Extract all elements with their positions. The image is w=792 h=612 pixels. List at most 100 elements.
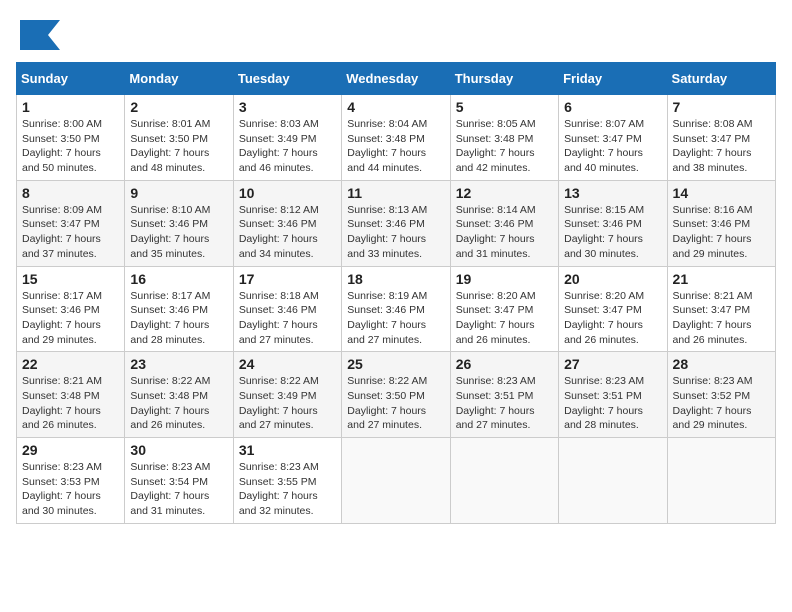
day-number: 9	[130, 185, 227, 201]
day-info: Sunrise: 8:09 AMSunset: 3:47 PMDaylight:…	[22, 203, 119, 262]
calendar-cell	[559, 438, 667, 524]
day-info: Sunrise: 8:13 AMSunset: 3:46 PMDaylight:…	[347, 203, 444, 262]
day-number: 13	[564, 185, 661, 201]
calendar-header: SundayMondayTuesdayWednesdayThursdayFrid…	[17, 63, 776, 95]
day-info: Sunrise: 8:23 AMSunset: 3:54 PMDaylight:…	[130, 460, 227, 519]
day-info: Sunrise: 8:20 AMSunset: 3:47 PMDaylight:…	[564, 289, 661, 348]
day-number: 1	[22, 99, 119, 115]
calendar-header-cell-sunday: Sunday	[17, 63, 125, 95]
calendar-cell: 8 Sunrise: 8:09 AMSunset: 3:47 PMDaylight…	[17, 180, 125, 266]
calendar-cell: 5 Sunrise: 8:05 AMSunset: 3:48 PMDaylight…	[450, 95, 558, 181]
calendar-table: SundayMondayTuesdayWednesdayThursdayFrid…	[16, 62, 776, 524]
calendar-cell: 1 Sunrise: 8:00 AMSunset: 3:50 PMDaylight…	[17, 95, 125, 181]
calendar-cell: 18Sunrise: 8:19 AMSunset: 3:46 PMDayligh…	[342, 266, 450, 352]
calendar-header-cell-monday: Monday	[125, 63, 233, 95]
page-header	[16, 16, 776, 54]
day-number: 16	[130, 271, 227, 287]
day-info: Sunrise: 8:00 AMSunset: 3:50 PMDaylight:…	[22, 117, 119, 176]
calendar-cell: 4Sunrise: 8:04 AMSunset: 3:48 PMDaylight…	[342, 95, 450, 181]
calendar-cell: 31 Sunrise: 8:23 AMSunset: 3:55 PMDayligh…	[233, 438, 341, 524]
day-number: 6	[564, 99, 661, 115]
day-number: 17	[239, 271, 336, 287]
day-info: Sunrise: 8:16 AMSunset: 3:46 PMDaylight:…	[673, 203, 770, 262]
day-number: 20	[564, 271, 661, 287]
calendar-cell: 2 Sunrise: 8:01 AMSunset: 3:50 PMDaylight…	[125, 95, 233, 181]
day-number: 25	[347, 356, 444, 372]
logo	[16, 16, 64, 54]
day-info: Sunrise: 8:05 AMSunset: 3:48 PMDaylight:…	[456, 117, 553, 176]
day-number: 18	[347, 271, 444, 287]
calendar-header-cell-wednesday: Wednesday	[342, 63, 450, 95]
day-info: Sunrise: 8:20 AMSunset: 3:47 PMDaylight:…	[456, 289, 553, 348]
calendar-header-cell-thursday: Thursday	[450, 63, 558, 95]
calendar-week-row: 1 Sunrise: 8:00 AMSunset: 3:50 PMDaylight…	[17, 95, 776, 181]
calendar-cell	[450, 438, 558, 524]
day-info: Sunrise: 8:08 AMSunset: 3:47 PMDaylight:…	[673, 117, 770, 176]
calendar-week-row: 8 Sunrise: 8:09 AMSunset: 3:47 PMDaylight…	[17, 180, 776, 266]
day-info: Sunrise: 8:17 AMSunset: 3:46 PMDaylight:…	[130, 289, 227, 348]
day-number: 12	[456, 185, 553, 201]
day-number: 2	[130, 99, 227, 115]
day-number: 21	[673, 271, 770, 287]
calendar-cell: 6 Sunrise: 8:07 AMSunset: 3:47 PMDaylight…	[559, 95, 667, 181]
day-number: 15	[22, 271, 119, 287]
calendar-cell	[667, 438, 775, 524]
day-number: 23	[130, 356, 227, 372]
calendar-header-row: SundayMondayTuesdayWednesdayThursdayFrid…	[17, 63, 776, 95]
calendar-week-row: 22 Sunrise: 8:21 AMSunset: 3:48 PMDayligh…	[17, 352, 776, 438]
day-number: 28	[673, 356, 770, 372]
calendar-cell: 3Sunrise: 8:03 AMSunset: 3:49 PMDaylight…	[233, 95, 341, 181]
calendar-cell: 10Sunrise: 8:12 AMSunset: 3:46 PMDayligh…	[233, 180, 341, 266]
calendar-cell: 7 Sunrise: 8:08 AMSunset: 3:47 PMDaylight…	[667, 95, 775, 181]
day-info: Sunrise: 8:21 AMSunset: 3:48 PMDaylight:…	[22, 374, 119, 433]
day-info: Sunrise: 8:17 AMSunset: 3:46 PMDaylight:…	[22, 289, 119, 348]
calendar-header-cell-saturday: Saturday	[667, 63, 775, 95]
day-info: Sunrise: 8:22 AMSunset: 3:50 PMDaylight:…	[347, 374, 444, 433]
day-info: Sunrise: 8:22 AMSunset: 3:49 PMDaylight:…	[239, 374, 336, 433]
day-number: 27	[564, 356, 661, 372]
day-info: Sunrise: 8:07 AMSunset: 3:47 PMDaylight:…	[564, 117, 661, 176]
calendar-cell: 15 Sunrise: 8:17 AMSunset: 3:46 PMDayligh…	[17, 266, 125, 352]
day-number: 31	[239, 442, 336, 458]
calendar-cell: 25 Sunrise: 8:22 AMSunset: 3:50 PMDayligh…	[342, 352, 450, 438]
day-info: Sunrise: 8:23 AMSunset: 3:51 PMDaylight:…	[564, 374, 661, 433]
calendar-cell: 28 Sunrise: 8:23 AMSunset: 3:52 PMDayligh…	[667, 352, 775, 438]
calendar-cell	[342, 438, 450, 524]
calendar-cell: 9 Sunrise: 8:10 AMSunset: 3:46 PMDaylight…	[125, 180, 233, 266]
calendar-header-cell-friday: Friday	[559, 63, 667, 95]
day-info: Sunrise: 8:23 AMSunset: 3:51 PMDaylight:…	[456, 374, 553, 433]
day-info: Sunrise: 8:23 AMSunset: 3:52 PMDaylight:…	[673, 374, 770, 433]
day-info: Sunrise: 8:21 AMSunset: 3:47 PMDaylight:…	[673, 289, 770, 348]
day-number: 3	[239, 99, 336, 115]
day-info: Sunrise: 8:01 AMSunset: 3:50 PMDaylight:…	[130, 117, 227, 176]
day-info: Sunrise: 8:22 AMSunset: 3:48 PMDaylight:…	[130, 374, 227, 433]
day-number: 8	[22, 185, 119, 201]
day-number: 11	[347, 185, 444, 201]
day-info: Sunrise: 8:04 AMSunset: 3:48 PMDaylight:…	[347, 117, 444, 176]
day-number: 30	[130, 442, 227, 458]
day-number: 29	[22, 442, 119, 458]
day-info: Sunrise: 8:10 AMSunset: 3:46 PMDaylight:…	[130, 203, 227, 262]
calendar-body: 1 Sunrise: 8:00 AMSunset: 3:50 PMDaylight…	[17, 95, 776, 524]
calendar-cell: 29Sunrise: 8:23 AMSunset: 3:53 PMDayligh…	[17, 438, 125, 524]
calendar-cell: 27 Sunrise: 8:23 AMSunset: 3:51 PMDayligh…	[559, 352, 667, 438]
calendar-cell: 13 Sunrise: 8:15 AMSunset: 3:46 PMDayligh…	[559, 180, 667, 266]
calendar-cell: 26 Sunrise: 8:23 AMSunset: 3:51 PMDayligh…	[450, 352, 558, 438]
day-number: 26	[456, 356, 553, 372]
day-info: Sunrise: 8:14 AMSunset: 3:46 PMDaylight:…	[456, 203, 553, 262]
calendar-header-cell-tuesday: Tuesday	[233, 63, 341, 95]
logo-icon	[16, 16, 60, 54]
calendar-cell: 20 Sunrise: 8:20 AMSunset: 3:47 PMDayligh…	[559, 266, 667, 352]
day-info: Sunrise: 8:23 AMSunset: 3:55 PMDaylight:…	[239, 460, 336, 519]
day-number: 14	[673, 185, 770, 201]
day-number: 7	[673, 99, 770, 115]
calendar-cell: 16 Sunrise: 8:17 AMSunset: 3:46 PMDayligh…	[125, 266, 233, 352]
calendar-cell: 30 Sunrise: 8:23 AMSunset: 3:54 PMDayligh…	[125, 438, 233, 524]
day-number: 24	[239, 356, 336, 372]
day-number: 5	[456, 99, 553, 115]
day-info: Sunrise: 8:15 AMSunset: 3:46 PMDaylight:…	[564, 203, 661, 262]
calendar-cell: 14 Sunrise: 8:16 AMSunset: 3:46 PMDayligh…	[667, 180, 775, 266]
calendar-cell: 22 Sunrise: 8:21 AMSunset: 3:48 PMDayligh…	[17, 352, 125, 438]
calendar-cell: 12 Sunrise: 8:14 AMSunset: 3:46 PMDayligh…	[450, 180, 558, 266]
day-number: 22	[22, 356, 119, 372]
